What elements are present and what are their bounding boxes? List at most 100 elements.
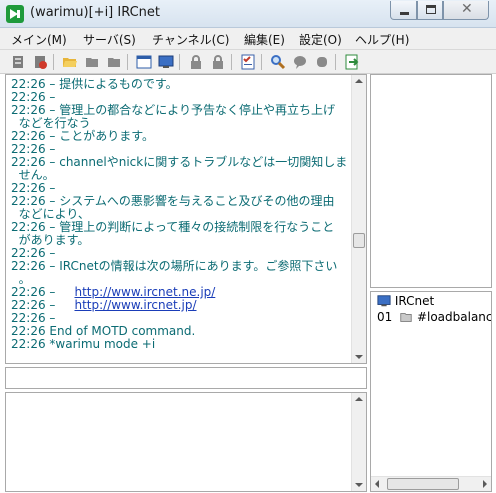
- app-icon: [6, 5, 24, 23]
- tree-channel-name: #loadbalancer: [416, 310, 492, 324]
- log-timestamp: 22:26: [11, 298, 46, 312]
- minimize-icon: [400, 12, 409, 15]
- log-timestamp: 22:26: [11, 246, 46, 260]
- log-line: 22:26 – ことがあります。: [11, 130, 351, 143]
- menu-server[interactable]: サーバ(S): [83, 31, 136, 48]
- log-line: 22:26 – IRCnetの情報は次の場所にあります。ご参照下さい: [11, 260, 351, 273]
- log-timestamp: 22:26: [11, 90, 46, 104]
- lock-icon[interactable]: [188, 54, 204, 70]
- log-timestamp: 22:26: [11, 103, 46, 117]
- log-line: 22:26 *warimu mode +i: [11, 338, 351, 351]
- log-line: 22:26 – channelやnickに関するトラブルなどは一切関知しま: [11, 156, 351, 169]
- log-lines: 22:26 – 提供によるものです。 22:26 –22:26 – 管理上の都合な…: [11, 78, 351, 351]
- log-text: –: [45, 298, 75, 312]
- scroll-thumb[interactable]: [387, 478, 459, 490]
- log-text: End of MOTD command.: [45, 324, 196, 338]
- scroll-thumb[interactable]: [353, 233, 365, 248]
- tree-channel-index: 01: [377, 310, 393, 324]
- title-bar[interactable]: (warimu)[+i] IRCnet ✕: [0, 0, 496, 28]
- channel-tree[interactable]: IRCnet 01 #loadbalancer: [370, 291, 492, 492]
- log-url-link[interactable]: http://www.ircnet.jp/: [74, 298, 196, 312]
- scroll-up-icon[interactable]: [355, 397, 363, 401]
- log-url-link[interactable]: http://www.ircnet.ne.jp/: [74, 285, 215, 299]
- log-timestamp: 22:26: [11, 285, 46, 299]
- menu-settings[interactable]: 設定(O): [299, 31, 342, 48]
- gear-icon[interactable]: [314, 54, 330, 70]
- lower-scrollbar[interactable]: [351, 393, 366, 491]
- scroll-down-icon[interactable]: [355, 483, 363, 487]
- toolbar-separator: [179, 54, 180, 70]
- toolbar-separator: [231, 54, 232, 70]
- toolbar: [0, 50, 496, 74]
- log-text: などを行なう: [11, 116, 91, 130]
- log-text: *warimu mode +i: [45, 337, 156, 351]
- monitor-icon: [377, 295, 391, 307]
- log-timestamp: 22:26: [11, 324, 46, 338]
- exit-icon[interactable]: [344, 54, 360, 70]
- monitor-icon[interactable]: [158, 54, 174, 70]
- folder-open-icon[interactable]: [62, 54, 78, 70]
- maximize-button[interactable]: [417, 1, 443, 20]
- menu-help[interactable]: ヘルプ(H): [355, 31, 409, 48]
- close-icon: ✕: [461, 1, 473, 17]
- scroll-right-icon[interactable]: [483, 480, 487, 488]
- tree-hscrollbar[interactable]: [371, 476, 491, 491]
- log-text: などにより、: [11, 207, 90, 221]
- lock-icon[interactable]: [210, 54, 226, 70]
- log-timestamp: 22:26: [11, 142, 46, 156]
- toolbar-separator: [53, 54, 54, 70]
- window-title: (warimu)[+i] IRCnet: [30, 5, 161, 20]
- log-timestamp: 22:26: [11, 77, 46, 91]
- message-log[interactable]: 22:26 – 提供によるものです。 22:26 –22:26 – 管理上の都合な…: [5, 74, 367, 364]
- log-timestamp: 22:26: [11, 220, 46, 234]
- lower-log-pane[interactable]: [5, 392, 367, 492]
- balloon-icon[interactable]: [292, 54, 308, 70]
- log-text: – 管理上の判断によって種々の接続制限を行なうこと: [45, 220, 335, 234]
- log-timestamp: 22:26: [11, 129, 46, 143]
- menu-channel[interactable]: チャンネル(C): [152, 31, 229, 48]
- server-icon[interactable]: [10, 54, 26, 70]
- tree-channel-row[interactable]: 01 #loadbalancer: [377, 310, 492, 324]
- log-timestamp: 22:26: [11, 337, 46, 351]
- folder-icon: [400, 313, 412, 322]
- log-text: –: [45, 90, 56, 104]
- tree-server-label: IRCnet: [394, 294, 435, 308]
- minimize-button[interactable]: [390, 1, 417, 20]
- log-timestamp: 22:26: [11, 311, 46, 325]
- folder-icon[interactable]: [84, 54, 100, 70]
- search-icon[interactable]: [270, 54, 286, 70]
- scroll-down-icon[interactable]: [355, 355, 363, 359]
- menu-edit[interactable]: 編集(E): [244, 31, 285, 48]
- toolbar-separator: [127, 54, 128, 70]
- disconnect-icon[interactable]: [32, 54, 48, 70]
- checklist-icon[interactable]: [240, 54, 256, 70]
- log-timestamp: 22:26: [11, 155, 46, 169]
- log-line: があります。: [11, 234, 351, 247]
- log-timestamp: 22:26: [11, 194, 46, 208]
- window-icon[interactable]: [136, 54, 152, 70]
- log-text: –: [45, 142, 56, 156]
- log-text: 。: [11, 272, 31, 286]
- scroll-left-icon[interactable]: [375, 480, 379, 488]
- scroll-up-icon[interactable]: [355, 79, 363, 83]
- log-text: せん。: [11, 168, 55, 182]
- log-timestamp: 22:26: [11, 259, 46, 273]
- toolbar-separator: [335, 54, 336, 70]
- nick-list[interactable]: [370, 74, 492, 288]
- log-text: – 管理上の都合などにより予告なく停止や再立ち上げ: [45, 103, 335, 117]
- log-line: せん。: [11, 169, 351, 182]
- menu-main[interactable]: メイン(M): [11, 31, 67, 48]
- log-text: – IRCnetの情報は次の場所にあります。ご参照下さい: [45, 259, 338, 273]
- toolbar-separator: [261, 54, 262, 70]
- log-text: –: [45, 246, 56, 260]
- close-button[interactable]: ✕: [443, 1, 489, 20]
- log-line: 22:26 – 提供によるものです。: [11, 78, 351, 91]
- log-text: –: [45, 181, 56, 195]
- log-timestamp: 22:26: [11, 181, 46, 195]
- folder-icon[interactable]: [106, 54, 122, 70]
- menu-bar: メイン(M) サーバ(S) チャンネル(C) 編集(E) 設定(O) ヘルプ(H…: [0, 28, 496, 50]
- message-input[interactable]: [5, 367, 367, 389]
- log-text: – 提供によるものです。: [45, 77, 178, 91]
- log-scrollbar[interactable]: [351, 75, 366, 363]
- tree-server-row[interactable]: IRCnet: [377, 294, 434, 308]
